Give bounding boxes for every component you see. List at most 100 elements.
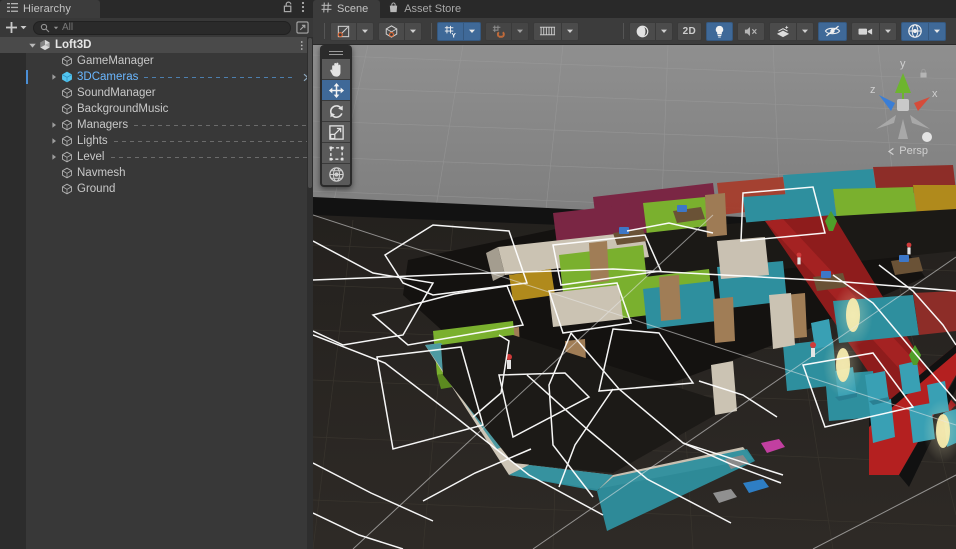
gizmo-axis-x: x [914, 88, 938, 111]
tools-palette [320, 45, 352, 187]
grid-axis-group: Y [437, 22, 481, 41]
hierarchy-item-navmesh[interactable]: Navmesh [0, 165, 313, 181]
gizmo-projection-label[interactable]: Persp [887, 145, 928, 157]
lock-icon[interactable] [283, 0, 294, 18]
gameobject-icon [60, 165, 74, 181]
hierarchy-item-3dcameras[interactable]: 3DCameras [0, 69, 313, 85]
hierarchy-tree[interactable]: Loft3D GameManager3DCameras SoundManager B… [0, 37, 313, 549]
hierarchy-item-dashline [134, 125, 309, 126]
lightbulb-icon [712, 24, 727, 39]
hierarchy-scrollbar-thumb[interactable] [308, 38, 312, 188]
scene-lighting-button[interactable] [706, 22, 733, 41]
grid-snap-dropdown[interactable] [512, 22, 529, 41]
hierarchy-scene-root[interactable]: Loft3D [0, 37, 313, 53]
hierarchy-item-gamemanager[interactable]: GameManager [0, 53, 313, 69]
search-input-value: All [62, 22, 73, 33]
tab-asset-store[interactable]: Asset Store [380, 0, 473, 18]
scene-audio-button[interactable] [737, 22, 765, 41]
twisty-spacer [48, 165, 60, 181]
tab-hierarchy[interactable]: Hierarchy [0, 0, 100, 18]
add-gameobject-button[interactable] [3, 21, 30, 34]
grid-axis-button[interactable]: Y [437, 22, 464, 41]
global-local-icon [384, 24, 399, 39]
magnet-snap-icon [491, 24, 506, 39]
fx-group [769, 22, 814, 41]
hidden-objects-button[interactable] [818, 22, 847, 41]
hierarchy-item-level[interactable]: Level [0, 149, 313, 165]
scene-viewport[interactable]: y x z [313, 45, 956, 549]
tool-scale[interactable] [322, 122, 350, 143]
camera-icon [857, 25, 874, 38]
grid-size-button[interactable] [533, 22, 562, 41]
grid-size-dropdown[interactable] [562, 22, 579, 41]
tool-transform[interactable] [322, 164, 350, 185]
caret-right-icon[interactable] [48, 69, 60, 85]
grid-axis-dropdown[interactable] [464, 22, 481, 41]
gameobject-icon [60, 149, 74, 165]
hierarchy-item-soundmanager[interactable]: SoundManager [0, 85, 313, 101]
search-input[interactable]: All [33, 21, 291, 35]
tool-hand[interactable] [322, 59, 350, 80]
tabbar-spacer [100, 0, 283, 18]
gizmo-back-axes [876, 115, 930, 139]
pivot-rotation-button[interactable] [378, 22, 405, 41]
camera-settings-button[interactable] [851, 22, 880, 41]
shading-mode-dropdown[interactable] [656, 22, 673, 41]
hierarchy-item-dashline [111, 157, 310, 158]
chevron-down-icon [801, 27, 809, 35]
scale-icon [328, 124, 345, 141]
hierarchy-item-list: GameManager3DCameras SoundManager Backgrou… [0, 53, 313, 197]
hierarchy-item-dashline [144, 77, 295, 78]
tab-scene-label: Scene [337, 3, 368, 15]
svg-text:z: z [870, 84, 876, 96]
hierarchy-item-label: SoundManager [77, 87, 156, 99]
2d-toggle-label: 2D [683, 26, 696, 37]
padlock-icon[interactable] [919, 66, 928, 84]
gizmos-dropdown[interactable] [929, 22, 946, 41]
fx-button[interactable] [769, 22, 797, 41]
tool-rect[interactable] [322, 143, 350, 164]
shading-mode-button[interactable] [629, 22, 656, 41]
caret-right-icon[interactable] [48, 149, 60, 165]
hierarchy-item-backgroundmusic[interactable]: BackgroundMusic [0, 101, 313, 117]
hierarchy-tabbar: Hierarchy [0, 0, 313, 18]
hierarchy-item-lights[interactable]: Lights [0, 133, 313, 149]
pivot-mode-button[interactable] [330, 22, 357, 41]
gizmos-globe-icon [907, 23, 923, 39]
scene-grid-icon [321, 0, 332, 18]
hierarchy-item-label: BackgroundMusic [77, 103, 168, 115]
2d-toggle-button[interactable]: 2D [677, 22, 702, 41]
gizmos-button[interactable] [901, 22, 929, 41]
scene-view-gizmo[interactable]: y x z [860, 53, 946, 163]
scene-tabbar: Scene Asset Store [313, 0, 956, 18]
pivot-mode-dropdown[interactable] [357, 22, 374, 41]
caret-right-icon[interactable] [48, 117, 60, 133]
caret-down-icon[interactable] [26, 37, 38, 53]
chevron-down-icon [468, 27, 476, 35]
hierarchy-item-label: Level [77, 151, 105, 163]
svg-text:x: x [932, 88, 938, 100]
search-filter-chevron-icon[interactable] [53, 25, 59, 31]
chevron-down-icon [884, 27, 892, 35]
tool-rotate[interactable] [322, 101, 350, 122]
caret-right-icon[interactable] [48, 133, 60, 149]
transform-globe-icon [328, 166, 345, 183]
hierarchy-item-managers[interactable]: Managers [0, 117, 313, 133]
scene-kebab-menu-icon[interactable] [300, 37, 304, 53]
chevron-down-icon[interactable] [19, 23, 28, 32]
gizmos-group [901, 22, 946, 41]
fx-dropdown[interactable] [797, 22, 814, 41]
open-in-new-icon [296, 21, 309, 34]
kebab-menu-icon[interactable] [301, 0, 305, 18]
grid-y-axis-icon: Y [443, 24, 458, 39]
grid-snap-button[interactable] [485, 22, 512, 41]
gameobject-icon [60, 53, 74, 69]
camera-settings-dropdown[interactable] [880, 22, 897, 41]
tool-move[interactable] [322, 80, 350, 101]
pivot-rotation-dropdown[interactable] [405, 22, 422, 41]
chevron-down-icon [516, 27, 524, 35]
palette-drag-handle[interactable] [322, 47, 350, 59]
hierarchy-item-ground[interactable]: Ground [0, 181, 313, 197]
tab-scene[interactable]: Scene [313, 0, 380, 18]
hierarchy-expand-button[interactable] [294, 20, 310, 35]
